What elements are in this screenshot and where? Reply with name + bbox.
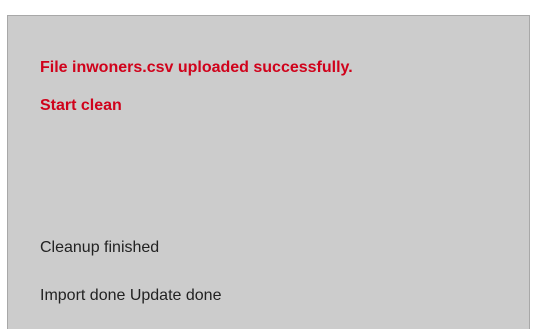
cleanup-finished-message: Cleanup finished xyxy=(40,239,160,256)
upload-success-message: File inwoners.csv uploaded successfully. xyxy=(40,59,353,76)
import-update-message: Import done Update done xyxy=(40,287,222,304)
start-clean-message: Start clean xyxy=(40,97,122,114)
status-panel: File inwoners.csv uploaded successfully.… xyxy=(7,15,530,329)
